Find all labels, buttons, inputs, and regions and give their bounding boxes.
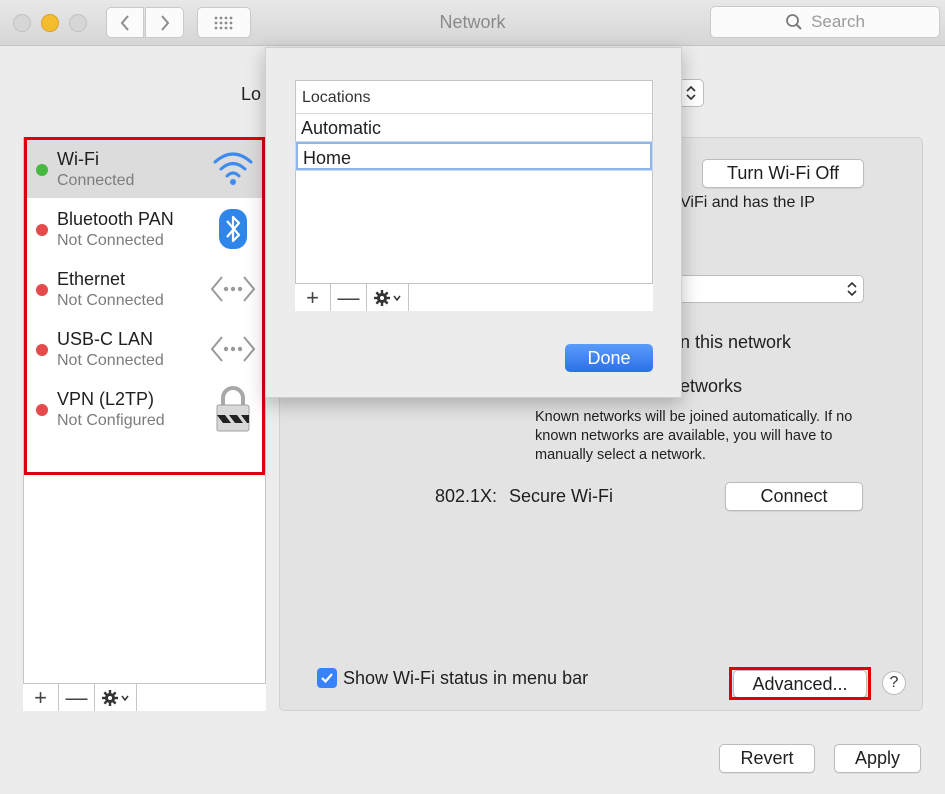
locations-header: Locations (296, 81, 652, 114)
dot1x-value: Secure Wi-Fi (509, 486, 614, 506)
gear-icon (101, 689, 129, 706)
updown-arrows-icon (847, 281, 857, 297)
status-dot (36, 404, 48, 416)
bluetooth-icon (209, 208, 257, 250)
add-location-button[interactable]: + (295, 284, 331, 311)
add-service-button[interactable]: + (23, 684, 59, 711)
show-wifi-status-label: Show Wi-Fi status in menu bar (343, 668, 589, 688)
toolbar-spacer (137, 684, 266, 711)
service-name: Ethernet (57, 269, 126, 289)
wifi-status-text: ViFi and has the IP (680, 194, 815, 211)
status-dot (36, 344, 48, 356)
service-item-bluetooth-pan[interactable]: Bluetooth PAN Not Connected (24, 198, 265, 258)
lock-icon (209, 386, 257, 432)
service-name: USB-C LAN (57, 329, 154, 349)
remove-service-button[interactable]: — (59, 684, 95, 711)
updown-arrows-icon (686, 85, 696, 101)
service-item-ethernet[interactable]: Ethernet Not Connected (24, 258, 265, 318)
checkmark-icon (321, 673, 333, 684)
search-icon (786, 14, 802, 30)
advanced-button[interactable]: Advanced... (733, 670, 867, 698)
status-dot (36, 164, 48, 176)
revert-button[interactable]: Revert (719, 744, 815, 773)
service-status: Connected (57, 172, 135, 189)
remove-location-button[interactable]: — (331, 284, 367, 311)
help-button[interactable]: ? (882, 671, 906, 695)
apply-button[interactable]: Apply (834, 744, 921, 773)
service-item-wifi[interactable]: Wi-Fi Connected (24, 138, 265, 198)
service-name: Bluetooth PAN (57, 209, 174, 229)
location-label: Lo (241, 84, 262, 104)
ethernet-icon (209, 268, 257, 310)
turn-wifi-off-button[interactable]: Turn Wi-Fi Off (702, 159, 864, 188)
connect-button[interactable]: Connect (725, 482, 863, 511)
service-status: Not Configured (57, 412, 165, 429)
location-action-menu-button[interactable] (367, 284, 409, 311)
gear-icon (373, 289, 401, 306)
service-name: Wi-Fi (57, 149, 99, 169)
service-action-menu-button[interactable] (95, 684, 137, 711)
locations-list: Locations Automatic Home (295, 80, 653, 310)
service-name: VPN (L2TP) (57, 389, 155, 409)
service-list: Wi-Fi Connected Bluetooth PAN Not Connec… (23, 137, 266, 711)
search-placeholder: Search (811, 12, 865, 31)
search-field[interactable]: Search (710, 6, 940, 38)
title-bar: Network Search (0, 0, 945, 46)
service-status: Not Connected (57, 232, 164, 249)
ethernet-icon (209, 328, 257, 370)
network-name-popup[interactable] (672, 275, 864, 303)
known-networks-note: Known networks will be joined automatica… (535, 409, 853, 463)
status-dot (36, 224, 48, 236)
wifi-icon (209, 148, 257, 190)
show-wifi-status-checkbox[interactable] (317, 668, 337, 688)
service-item-vpn-l2tp[interactable]: VPN (L2TP) Not Configured (24, 378, 265, 438)
dot1x-label: 802.1X: (435, 486, 498, 506)
location-item-home-edit-field[interactable]: Home (296, 142, 652, 170)
status-dot (36, 284, 48, 296)
ask-join-network-label: n this network (680, 332, 792, 352)
ask-join-new-networks-label: etworks (680, 376, 743, 396)
locations-toolbar: + — (295, 283, 653, 311)
done-button[interactable]: Done (565, 344, 653, 372)
service-status: Not Connected (57, 352, 164, 369)
edit-locations-sheet: Locations Automatic Home + — Done (265, 47, 682, 398)
toolbar-spacer (409, 284, 653, 311)
service-item-usb-c-lan[interactable]: USB-C LAN Not Connected (24, 318, 265, 378)
location-item-automatic[interactable]: Automatic (296, 114, 652, 142)
service-list-toolbar: + — (23, 683, 266, 711)
service-status: Not Connected (57, 292, 164, 309)
